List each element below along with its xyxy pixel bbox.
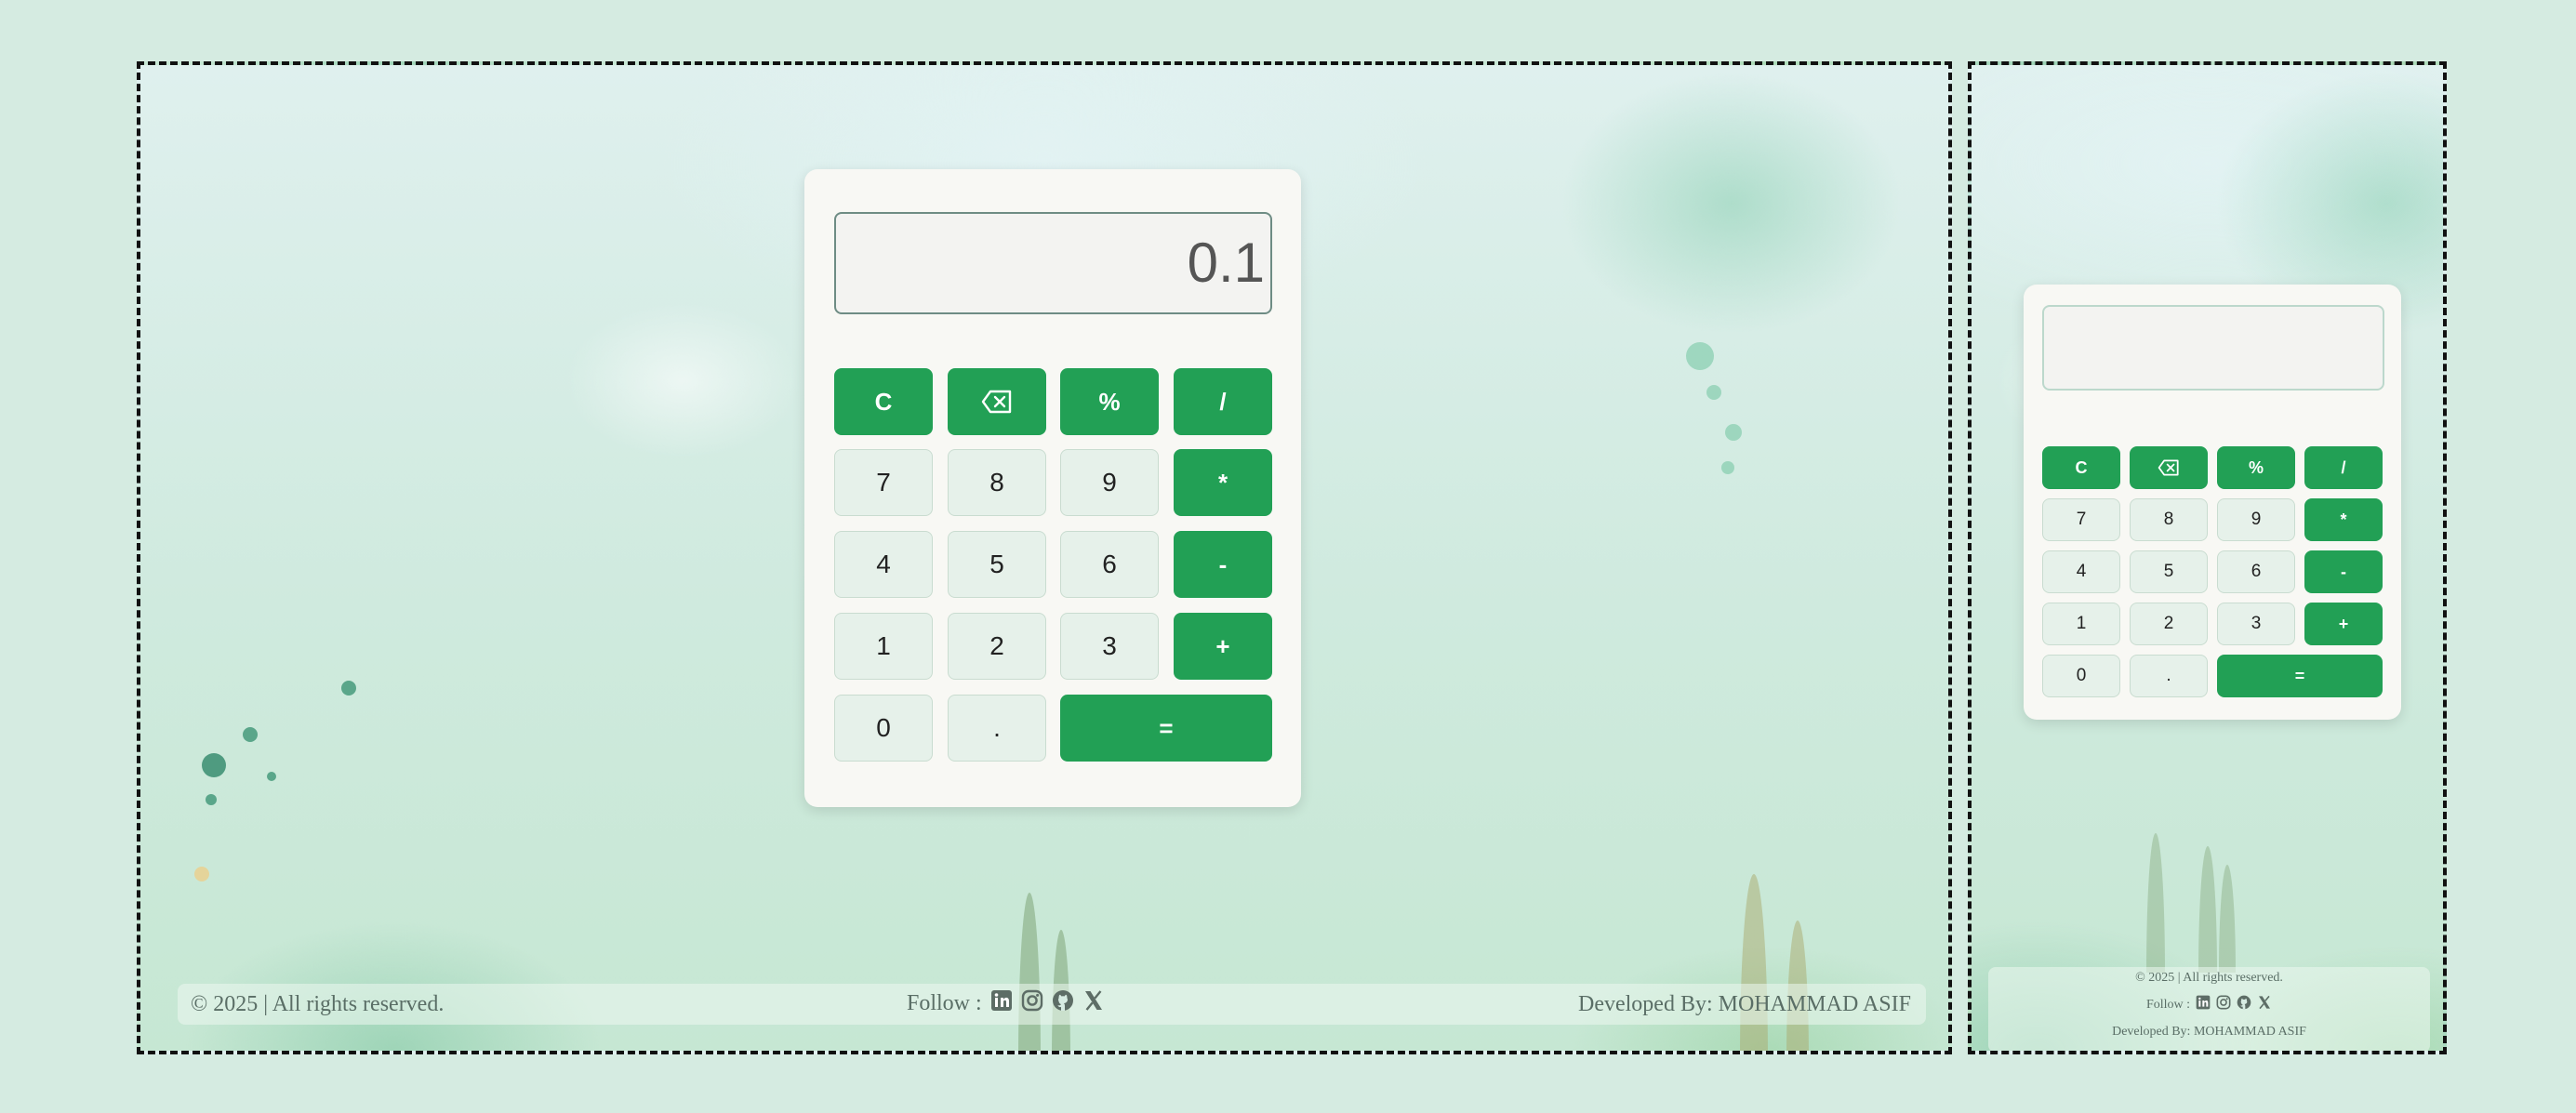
follow-section: Follow : xyxy=(1988,995,2430,1014)
paint-splatter-decoration xyxy=(267,772,276,781)
backspace-button[interactable] xyxy=(2130,446,2208,489)
digit-7-button[interactable]: 7 xyxy=(834,449,933,516)
digit-0-button[interactable]: 0 xyxy=(834,695,933,762)
digit-3-button[interactable]: 3 xyxy=(1060,613,1159,680)
follow-section: Follow : xyxy=(907,989,1105,1018)
digit-6-button[interactable]: 6 xyxy=(2217,550,2295,593)
equals-button[interactable]: = xyxy=(2217,655,2383,697)
linkedin-icon[interactable] xyxy=(2196,995,2211,1014)
percent-button[interactable]: % xyxy=(1060,368,1159,435)
linkedin-icon[interactable] xyxy=(990,989,1013,1018)
digit-4-button[interactable]: 4 xyxy=(834,531,933,598)
calculator-display: 0.1 xyxy=(834,212,1272,314)
backspace-icon xyxy=(2158,459,2179,476)
backspace-button[interactable] xyxy=(948,368,1046,435)
digit-1-button[interactable]: 1 xyxy=(834,613,933,680)
backspace-icon xyxy=(981,390,1012,414)
follow-label: Follow : xyxy=(907,991,982,1015)
instagram-icon[interactable] xyxy=(2216,995,2231,1014)
percent-button[interactable]: % xyxy=(2217,446,2295,489)
digit-6-button[interactable]: 6 xyxy=(1060,531,1159,598)
calculator-panel: C % / 7 8 9 * 4 5 6 - 1 2 3 + 0 . = xyxy=(2024,285,2401,720)
subtract-button[interactable]: - xyxy=(1174,531,1272,598)
equals-button[interactable]: = xyxy=(1060,695,1272,762)
developer-credit: Developed By: MOHAMMAD ASIF xyxy=(1577,992,1911,1016)
page-footer: © 2025 | All rights reserved. Follow : D… xyxy=(1988,967,2430,1051)
github-icon[interactable] xyxy=(2237,995,2251,1014)
decimal-button[interactable]: . xyxy=(2130,655,2208,697)
paint-splatter-decoration xyxy=(194,867,209,881)
add-button[interactable]: + xyxy=(2304,603,2383,645)
instagram-icon[interactable] xyxy=(1021,989,1043,1018)
paint-splatter-decoration xyxy=(1725,424,1742,441)
clear-button[interactable]: C xyxy=(834,368,933,435)
digit-3-button[interactable]: 3 xyxy=(2217,603,2295,645)
decimal-button[interactable]: . xyxy=(948,695,1046,762)
digit-4-button[interactable]: 4 xyxy=(2042,550,2120,593)
digit-9-button[interactable]: 9 xyxy=(1060,449,1159,516)
paint-splatter-decoration xyxy=(1706,385,1721,400)
copyright-text: © 2025 | All rights reserved. xyxy=(2135,971,2283,985)
grass-leaf-decoration xyxy=(1018,893,1041,1051)
digit-0-button[interactable]: 0 xyxy=(2042,655,2120,697)
paint-splatter-decoration xyxy=(341,681,356,696)
multiply-button[interactable]: * xyxy=(1174,449,1272,516)
subtract-button[interactable]: - xyxy=(2304,550,2383,593)
paint-splatter-decoration xyxy=(202,753,226,777)
digit-1-button[interactable]: 1 xyxy=(2042,603,2120,645)
paint-splatter-decoration xyxy=(1721,461,1734,474)
follow-label: Follow : xyxy=(2145,997,2191,1012)
digit-8-button[interactable]: 8 xyxy=(948,449,1046,516)
clear-button[interactable]: C xyxy=(2042,446,2120,489)
divide-button[interactable]: / xyxy=(1174,368,1272,435)
grass-leaf-decoration xyxy=(2219,865,2236,973)
grass-leaf-decoration xyxy=(1740,874,1768,1051)
calculator-panel: 0.1 C % / 7 8 9 * 4 5 6 - 1 2 3 + 0 . = xyxy=(804,169,1301,807)
copyright-text: © 2025 | All rights reserved. xyxy=(191,992,445,1016)
mobile-preview-frame: C % / 7 8 9 * 4 5 6 - 1 2 3 + 0 . = © 20… xyxy=(1968,61,2447,1054)
desktop-preview-frame: 0.1 C % / 7 8 9 * 4 5 6 - 1 2 3 + 0 . = … xyxy=(137,61,1952,1054)
x-icon[interactable] xyxy=(1082,989,1105,1018)
divide-button[interactable]: / xyxy=(2304,446,2383,489)
digit-8-button[interactable]: 8 xyxy=(2130,498,2208,541)
digit-5-button[interactable]: 5 xyxy=(948,531,1046,598)
grass-leaf-decoration xyxy=(2198,846,2217,973)
multiply-button[interactable]: * xyxy=(2304,498,2383,541)
paint-splatter-decoration xyxy=(206,794,217,805)
x-icon[interactable] xyxy=(2257,995,2272,1014)
digit-5-button[interactable]: 5 xyxy=(2130,550,2208,593)
github-icon[interactable] xyxy=(1052,989,1074,1018)
paint-splatter-decoration xyxy=(243,727,258,742)
digit-9-button[interactable]: 9 xyxy=(2217,498,2295,541)
digit-7-button[interactable]: 7 xyxy=(2042,498,2120,541)
calculator-display xyxy=(2042,305,2384,391)
grass-leaf-decoration xyxy=(2146,833,2165,973)
digit-2-button[interactable]: 2 xyxy=(948,613,1046,680)
developer-credit: Developed By: MOHAMMAD ASIF xyxy=(2112,1025,2306,1039)
paint-splatter-decoration xyxy=(1686,342,1714,370)
digit-2-button[interactable]: 2 xyxy=(2130,603,2208,645)
add-button[interactable]: + xyxy=(1174,613,1272,680)
page-footer: © 2025 | All rights reserved. Follow : D… xyxy=(178,984,1926,1025)
